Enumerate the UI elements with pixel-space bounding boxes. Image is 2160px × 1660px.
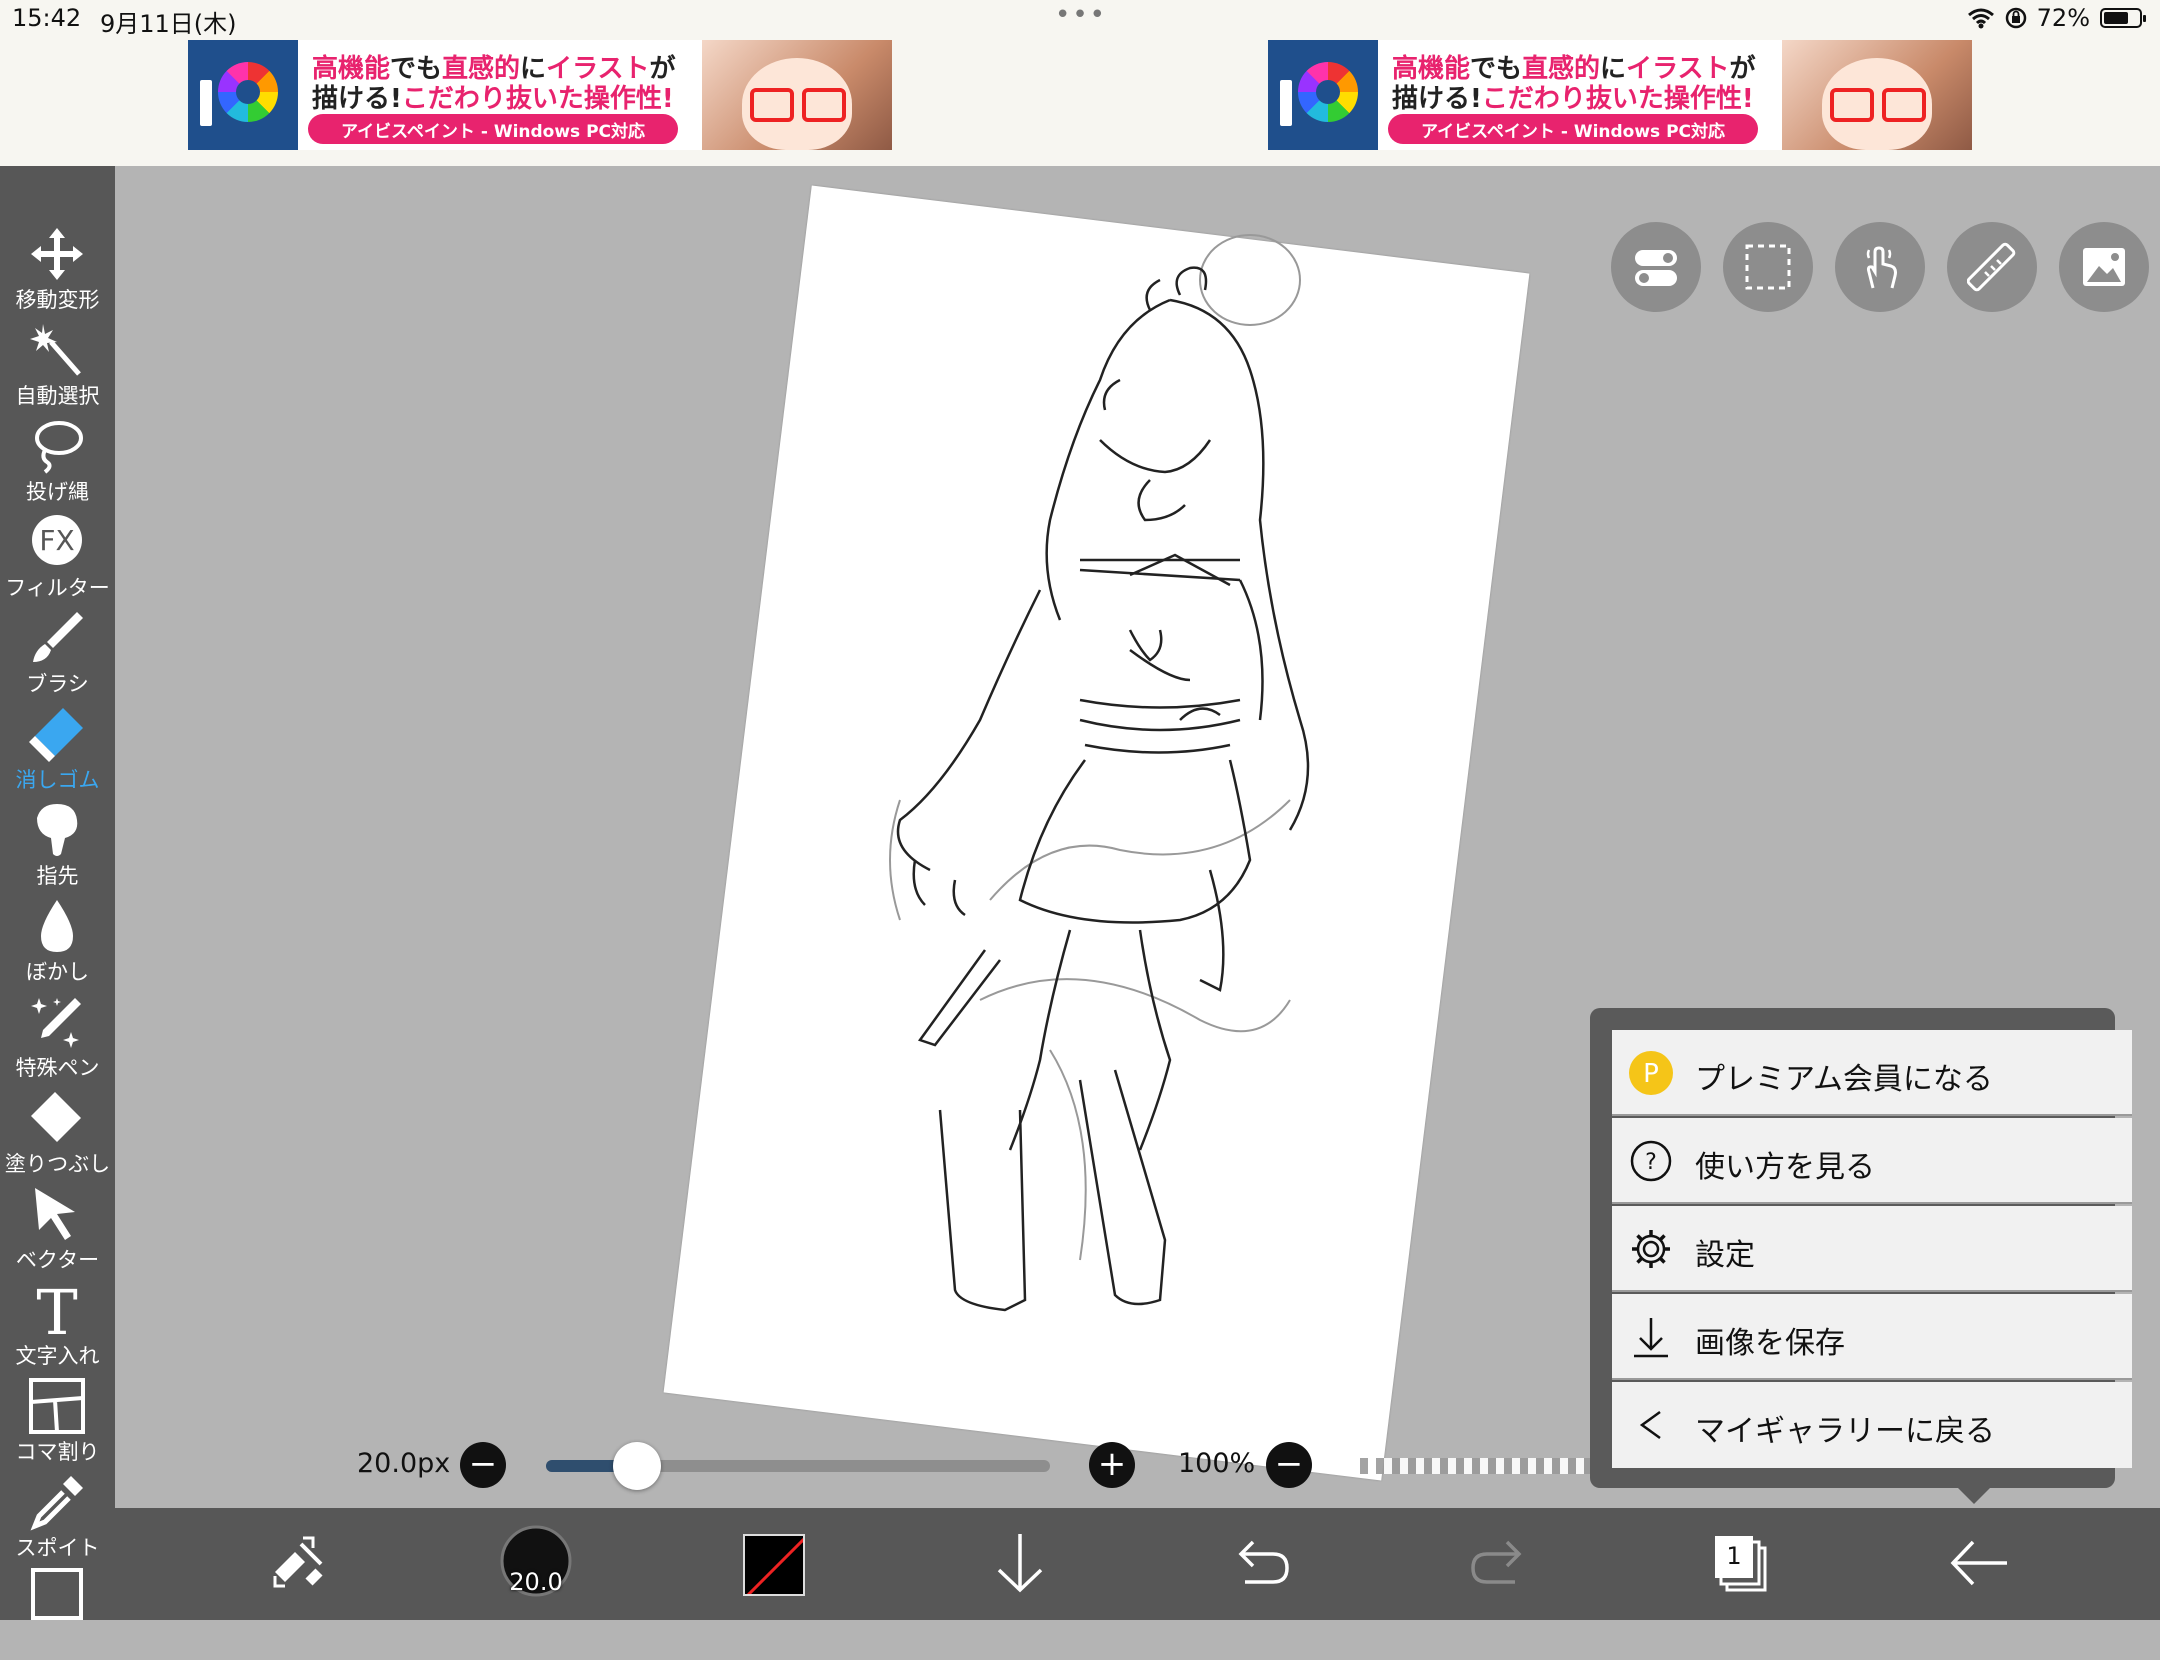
swap-brush-eraser-icon[interactable]: [265, 1528, 335, 1598]
svg-text:FX: FX: [39, 524, 74, 557]
svg-text:?: ?: [1645, 1150, 1657, 1175]
ruler-button[interactable]: [1947, 222, 2037, 312]
gear-icon: [1632, 1230, 1670, 1268]
brush-size-badge: 20.0: [509, 1568, 563, 1596]
left-toolbar: 移動変形 自動選択 投げ縄 FX フィルター ブラシ 消しゴム 指先 ぼかし 特…: [0, 166, 115, 1620]
wifi-icon: [1967, 8, 1994, 29]
brush-size-value: 20.0px: [357, 1448, 451, 1479]
fill-bucket-icon: [31, 1092, 81, 1142]
panel-divide-icon: [29, 1378, 85, 1434]
dashed-selection-icon: [1745, 244, 1791, 290]
status-date: 9月11日(木): [100, 10, 237, 38]
move-transform-icon: [31, 228, 83, 280]
download-arrow-icon[interactable]: [985, 1528, 1055, 1598]
ibispaint-logo: [188, 40, 298, 150]
ad-character-image: [702, 40, 892, 150]
special-pen-icon: [31, 998, 81, 1048]
brush-icon: [33, 612, 83, 662]
status-and-ad-area: 15:42 9月11日(木) ••• 72% 高機能でも直感的にイラストが 描け…: [0, 0, 2160, 166]
color-swatch-button[interactable]: [743, 1534, 805, 1596]
battery-percent: 72%: [2036, 4, 2090, 32]
tool-vector[interactable]: ベクター: [0, 1182, 115, 1278]
toggle-switch-icon: [1635, 250, 1677, 286]
ad-text: 高機能でも直感的にイラストが 描ける!こだわり抜いた操作性! アイビスペイント …: [1378, 40, 1782, 150]
image-icon: [2083, 248, 2125, 286]
tool-special-pen[interactable]: 特殊ペン: [0, 990, 115, 1086]
menu-item-premium[interactable]: P プレミアム会員になる: [1612, 1030, 2132, 1116]
multitask-dots[interactable]: •••: [1055, 0, 1107, 30]
save-download-icon: [1634, 1318, 1668, 1358]
filter-fx-icon: FX: [32, 515, 82, 565]
brush-size-minus-button[interactable]: −: [460, 1442, 506, 1488]
ruler-icon: [1967, 242, 2016, 292]
main-menu-popup: P プレミアム会員になる ? 使い方を見る 設定 画像を保存 マイギャラリーに戻…: [1590, 1008, 2132, 1488]
tool-text[interactable]: T 文字入れ: [0, 1278, 115, 1374]
bottom-toolbar: 20.0 1: [115, 1508, 2160, 1620]
eyedropper-icon: [30, 1476, 83, 1531]
back-chevron-icon: [1639, 1410, 1661, 1440]
ad-pill: アイビスペイント - Windows PC対応: [308, 114, 678, 144]
magic-wand-icon: [30, 324, 81, 376]
ibispaint-logo: [1268, 40, 1378, 150]
lasso-icon: [35, 421, 83, 474]
svg-text:P: P: [1643, 1059, 1659, 1089]
tool-eraser[interactable]: 消しゴム: [0, 702, 115, 798]
layer-count: 1: [1726, 1542, 1742, 1570]
battery-icon: [2100, 8, 2146, 28]
layers-button[interactable]: 1: [1705, 1528, 1775, 1598]
premium-p-icon: P: [1629, 1051, 1673, 1095]
status-time: 15:42: [12, 4, 82, 32]
menu-item-settings[interactable]: 設定: [1612, 1206, 2132, 1292]
status-right: 72%: [1967, 4, 2146, 32]
text-icon: T: [36, 1280, 77, 1340]
menu-item-help[interactable]: ? 使い方を見る: [1612, 1118, 2132, 1204]
hand-touch-icon: [1866, 246, 1897, 289]
back-arrow-icon[interactable]: [1945, 1528, 2015, 1598]
help-icon: ?: [1630, 1140, 1672, 1182]
ad-character-image: [1782, 40, 1972, 150]
tool-more[interactable]: [0, 1564, 115, 1660]
tool-panel-divide[interactable]: コマ割り: [0, 1374, 115, 1470]
svg-text:T: T: [36, 1280, 77, 1340]
tool-brush[interactable]: ブラシ: [0, 606, 115, 702]
redo-icon[interactable]: [1465, 1528, 1535, 1598]
transparent-color-icon: [746, 1537, 803, 1594]
finger-smudge-icon: [37, 804, 78, 856]
tool-move-transform[interactable]: 移動変形: [0, 222, 115, 318]
tool-finger[interactable]: 指先: [0, 798, 115, 894]
vector-arrow-icon: [35, 1188, 75, 1240]
canvas-frame-icon: [31, 1568, 83, 1620]
menu-pointer: [1956, 1486, 1992, 1504]
brush-size-plus-button[interactable]: +: [1089, 1442, 1135, 1488]
drawing-canvas[interactable]: [663, 185, 1530, 1481]
menu-item-back-to-gallery[interactable]: マイギャラリーに戻る: [1612, 1382, 2132, 1468]
ad-text: 高機能でも直感的にイラストが 描ける!こだわり抜いた操作性! アイビスペイント …: [298, 40, 702, 150]
ad-pill: アイビスペイント - Windows PC対応: [1388, 114, 1758, 144]
ad-banner-right[interactable]: 高機能でも直感的にイラストが 描ける!こだわり抜いた操作性! アイビスペイント …: [1268, 40, 1972, 150]
brush-opacity-minus-button[interactable]: −: [1266, 1442, 1312, 1488]
eraser-icon: [29, 708, 83, 762]
touch-gesture-button[interactable]: [1835, 222, 1925, 312]
brush-size-slider-thumb[interactable]: [612, 1442, 661, 1490]
tool-auto-select[interactable]: 自動選択: [0, 318, 115, 414]
brush-size-preview-button[interactable]: 20.0: [499, 1524, 573, 1598]
brush-opacity-slider[interactable]: [1352, 1458, 1612, 1474]
menu-item-save-image[interactable]: 画像を保存: [1612, 1294, 2132, 1380]
tool-lasso[interactable]: 投げ縄: [0, 414, 115, 510]
orientation-lock-icon: [2005, 7, 2026, 29]
selection-layer-button[interactable]: [1723, 222, 1813, 312]
tool-eyedropper[interactable]: スポイト: [0, 1470, 115, 1566]
tool-fill[interactable]: 塗りつぶし: [0, 1086, 115, 1182]
reference-image-button[interactable]: [2059, 222, 2149, 312]
tool-blur[interactable]: ぼかし: [0, 894, 115, 990]
battery-level: [2104, 12, 2129, 24]
toggle-button[interactable]: [1611, 222, 1701, 312]
undo-icon[interactable]: [1225, 1528, 1295, 1598]
tool-filter[interactable]: FX フィルター: [0, 510, 115, 606]
brush-opacity-value: 100%: [1178, 1448, 1256, 1479]
ad-banner-left[interactable]: 高機能でも直感的にイラストが 描ける!こだわり抜いた操作性! アイビスペイント …: [188, 40, 892, 150]
blur-drop-icon: [41, 900, 73, 952]
